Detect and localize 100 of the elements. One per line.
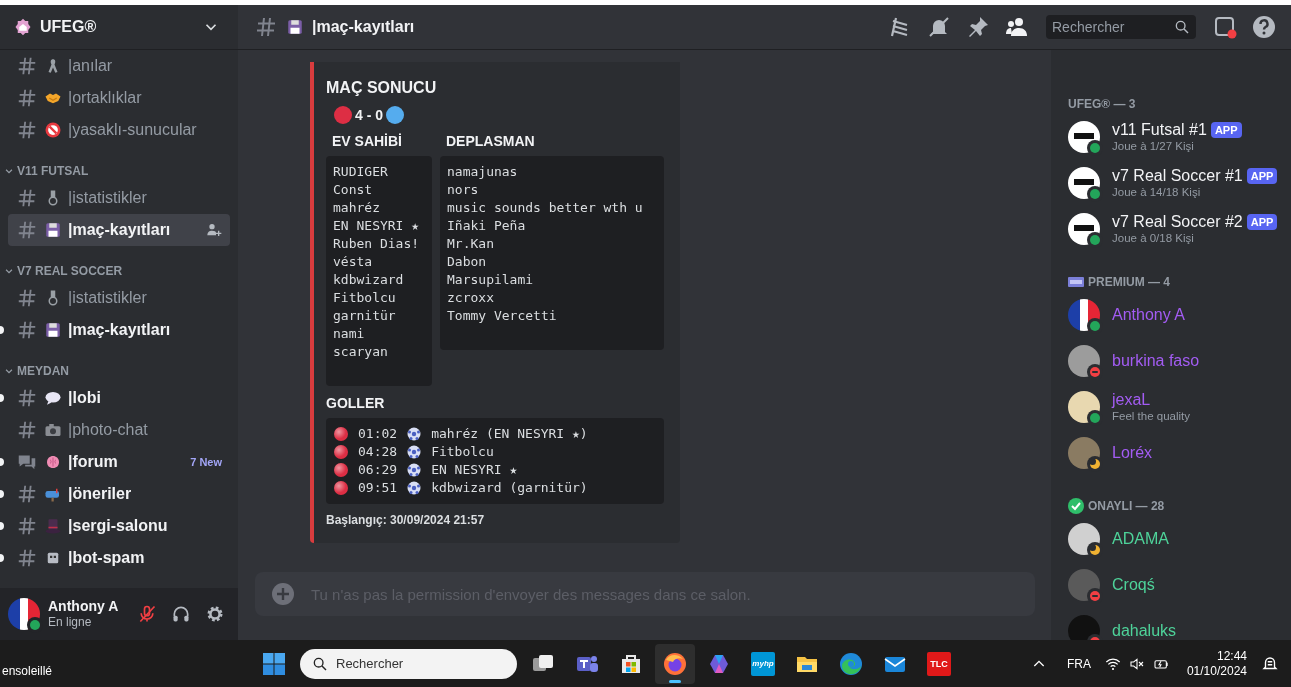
player-name: nami (333, 325, 365, 343)
channel-item[interactable]: |forum 7 New (8, 446, 230, 478)
goal-time: 04:28 (358, 443, 398, 461)
hash-icon (16, 87, 38, 109)
unread-indicator (0, 458, 4, 466)
category-header[interactable]: V7 REAL SOCCER (0, 260, 123, 282)
player-name: Dabon (447, 253, 487, 271)
channel-item[interactable]: |ortaklıklar (8, 82, 230, 114)
member-item[interactable]: v7 Real Soccer #1 APP Joue à 14/18 Kişi (1059, 161, 1283, 205)
unread-indicator (0, 554, 4, 562)
group-header: UFEG® — 3 (1068, 97, 1136, 111)
player-name: RUDIGER (333, 163, 388, 181)
search-field[interactable]: Rechercher (300, 648, 517, 679)
player-name: Iñaki Peña (447, 217, 526, 235)
hash-icon (16, 55, 38, 77)
member-item[interactable]: burkina faso (1059, 339, 1283, 383)
hash-icon (16, 547, 38, 569)
help-icon[interactable] (1252, 15, 1276, 39)
app-logo: myhp (751, 651, 775, 676)
channel-item[interactable]: |lobi (8, 382, 230, 414)
scorer-name: Fitbolcu (431, 443, 494, 461)
unread-indicator (0, 522, 4, 530)
scorer-name: mahréz (EN NESYRI ★) (431, 425, 588, 443)
player-name: Mr.Kan (447, 235, 494, 253)
player-name: Marsupilami (447, 271, 534, 289)
channel-item[interactable]: |bot-spam (8, 542, 230, 574)
fox-globe-icon (663, 651, 687, 676)
app-badge: APP (1210, 122, 1242, 138)
muted-microphone-icon (137, 604, 157, 624)
player-name: EN NESYRI ★ (333, 217, 420, 235)
channel-item[interactable]: |istatistikler (8, 282, 230, 314)
speaker-muted-icon[interactable] (1128, 655, 1145, 672)
player-name: kdbwizard (333, 271, 404, 289)
clock-time: 12:44 (1216, 648, 1247, 664)
channel-item[interactable]: |öneriler (8, 478, 230, 510)
clock-date: 01/10/2024 (1186, 663, 1247, 679)
taskbar-app-button[interactable] (655, 643, 695, 684)
taskbar-app-button[interactable]: TLC (919, 643, 959, 684)
hash-icon (16, 387, 38, 409)
player-name: Ruben Dias! (333, 235, 420, 253)
app-badge: APP (1246, 168, 1278, 184)
members-icon[interactable] (1005, 15, 1029, 39)
hash-icon (16, 287, 38, 309)
chevron-icon (4, 266, 14, 276)
search-icon (1174, 19, 1190, 35)
bell-muted-icon[interactable] (927, 15, 951, 39)
soccer-ball-icon (407, 445, 422, 459)
player-name: namajunas (447, 163, 518, 181)
app-logo: TLC (927, 651, 951, 676)
field-title: GOLLER (326, 394, 386, 412)
inbox-icon[interactable] (1213, 15, 1237, 39)
search-field[interactable]: Rechercher (1046, 15, 1196, 39)
top-hat-icon (44, 517, 62, 535)
windows-logo-icon (262, 651, 286, 676)
goal-time: 01:02 (358, 425, 398, 443)
channel-item[interactable]: |sergi-salonu (8, 510, 230, 542)
category-header[interactable]: MEYDAN (0, 360, 69, 382)
player-name: nors (447, 181, 479, 199)
weather-text: ensoleillé (2, 664, 54, 678)
soccer-ball-icon (407, 481, 422, 495)
settings-icon (205, 604, 225, 624)
channel-item[interactable]: |photo-chat (8, 414, 230, 446)
field-title: EV SAHİBİ (331, 132, 403, 150)
member-item[interactable]: Loréx (1059, 431, 1283, 475)
channel-item[interactable]: |maç-kayıtları (8, 214, 230, 246)
check-circle-icon (1068, 498, 1084, 514)
channel-title: |maç-kayıtları (312, 18, 415, 36)
taskbar-app-button[interactable]: myhp (743, 643, 783, 684)
hash-icon (16, 319, 38, 341)
unread-indicator (0, 394, 4, 402)
member-item[interactable]: v11 Futsal #1 APP Joue à 1/27 Kişi (1059, 115, 1283, 159)
hash-icon (16, 219, 38, 241)
member-item[interactable]: v7 Real Soccer #2 APP Joue à 0/18 Kişi (1059, 207, 1283, 251)
language-indicator[interactable]: FRA (1066, 656, 1091, 671)
member-item[interactable]: Anthony A (1059, 293, 1283, 337)
player-name: Fitbolcu (333, 289, 396, 307)
camera-icon (44, 421, 62, 439)
scorer-name: EN NESYRI ★ (431, 461, 518, 479)
channel-item[interactable]: |anılar (8, 50, 230, 82)
hash-icon (16, 483, 38, 505)
unread-indicator (0, 490, 4, 498)
channel-item[interactable]: |istatistikler (8, 182, 230, 214)
member-item[interactable]: Croqś (1059, 563, 1283, 607)
no-entry-icon (44, 121, 62, 139)
member-item[interactable]: ADAMA (1059, 517, 1283, 561)
channel-item[interactable]: |maç-kayıtları (8, 314, 230, 346)
channel-item[interactable]: |yasaklı-sunucular (8, 114, 230, 146)
app-badge: APP (1246, 214, 1278, 230)
goal-time: 06:29 (358, 461, 398, 479)
server-icon (14, 18, 32, 36)
member-item[interactable]: jexaL Feel the quality (1059, 385, 1283, 429)
group-header: ONAYLI — 28 (1088, 499, 1165, 513)
player-name: music sounds better wth u (447, 199, 643, 217)
add-member-icon[interactable] (206, 222, 222, 238)
username: Anthony A (48, 598, 120, 614)
category-header[interactable]: V11 FUTSAL (0, 160, 89, 182)
player-name: vésta (333, 253, 373, 271)
speech-bubble-icon (44, 389, 62, 407)
player-name: scaryan (333, 343, 388, 361)
soccer-ball-icon (407, 427, 422, 441)
